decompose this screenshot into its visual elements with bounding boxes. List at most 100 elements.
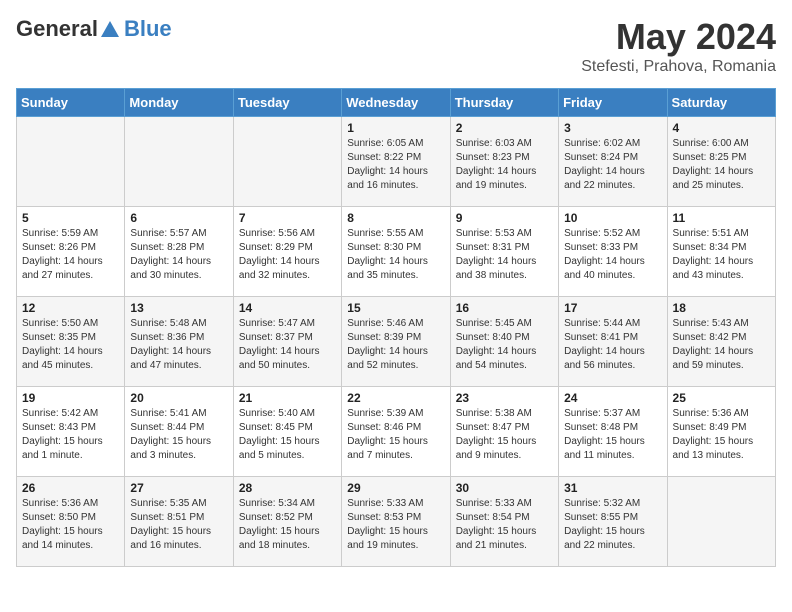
day-info: Sunset: 8:47 PM xyxy=(456,421,553,435)
day-info: Daylight: 15 hours and 7 minutes. xyxy=(347,435,444,463)
day-info: Sunset: 8:40 PM xyxy=(456,331,553,345)
day-number: 15 xyxy=(347,301,444,315)
day-info: Sunrise: 5:53 AM xyxy=(456,227,553,241)
day-info: Sunset: 8:41 PM xyxy=(564,331,661,345)
day-number: 17 xyxy=(564,301,661,315)
day-number: 5 xyxy=(22,211,119,225)
day-cell xyxy=(125,117,233,207)
day-cell: 20Sunrise: 5:41 AMSunset: 8:44 PMDayligh… xyxy=(125,387,233,477)
day-info: Sunset: 8:52 PM xyxy=(239,511,336,525)
day-info: Sunset: 8:35 PM xyxy=(22,331,119,345)
day-info: Sunrise: 5:41 AM xyxy=(130,407,227,421)
column-header-wednesday: Wednesday xyxy=(342,89,450,117)
day-info: Sunrise: 5:33 AM xyxy=(456,497,553,511)
day-number: 27 xyxy=(130,481,227,495)
day-info: Sunrise: 5:55 AM xyxy=(347,227,444,241)
day-info: Daylight: 14 hours and 38 minutes. xyxy=(456,255,553,283)
week-row-1: 1Sunrise: 6:05 AMSunset: 8:22 PMDaylight… xyxy=(17,117,776,207)
day-cell: 19Sunrise: 5:42 AMSunset: 8:43 PMDayligh… xyxy=(17,387,125,477)
day-number: 28 xyxy=(239,481,336,495)
day-info: Sunrise: 5:46 AM xyxy=(347,317,444,331)
page-header: General Blue May 2024 Stefesti, Prahova,… xyxy=(16,16,776,76)
day-cell: 16Sunrise: 5:45 AMSunset: 8:40 PMDayligh… xyxy=(450,297,558,387)
day-info: Daylight: 14 hours and 50 minutes. xyxy=(239,345,336,373)
day-cell: 30Sunrise: 5:33 AMSunset: 8:54 PMDayligh… xyxy=(450,477,558,567)
day-cell: 2Sunrise: 6:03 AMSunset: 8:23 PMDaylight… xyxy=(450,117,558,207)
day-info: Sunset: 8:33 PM xyxy=(564,241,661,255)
column-header-monday: Monday xyxy=(125,89,233,117)
day-info: Sunset: 8:55 PM xyxy=(564,511,661,525)
day-number: 14 xyxy=(239,301,336,315)
day-info: Sunrise: 5:35 AM xyxy=(130,497,227,511)
day-info: Sunrise: 5:36 AM xyxy=(22,497,119,511)
day-info: Sunset: 8:53 PM xyxy=(347,511,444,525)
calendar-table: SundayMondayTuesdayWednesdayThursdayFrid… xyxy=(16,88,776,567)
day-cell: 11Sunrise: 5:51 AMSunset: 8:34 PMDayligh… xyxy=(667,207,775,297)
day-cell: 15Sunrise: 5:46 AMSunset: 8:39 PMDayligh… xyxy=(342,297,450,387)
day-info: Sunrise: 5:48 AM xyxy=(130,317,227,331)
day-number: 11 xyxy=(673,211,770,225)
day-info: Sunset: 8:49 PM xyxy=(673,421,770,435)
day-cell: 18Sunrise: 5:43 AMSunset: 8:42 PMDayligh… xyxy=(667,297,775,387)
day-number: 7 xyxy=(239,211,336,225)
day-number: 6 xyxy=(130,211,227,225)
day-info: Sunrise: 5:33 AM xyxy=(347,497,444,511)
day-number: 25 xyxy=(673,391,770,405)
day-info: Sunset: 8:26 PM xyxy=(22,241,119,255)
day-info: Sunset: 8:44 PM xyxy=(130,421,227,435)
day-info: Sunrise: 5:34 AM xyxy=(239,497,336,511)
day-info: Daylight: 15 hours and 3 minutes. xyxy=(130,435,227,463)
day-cell: 14 Sunrise: 5:47 AMSunset: 8:37 PMDayligh… xyxy=(233,297,341,387)
day-info: Daylight: 14 hours and 16 minutes. xyxy=(347,165,444,193)
day-cell: 17Sunrise: 5:44 AMSunset: 8:41 PMDayligh… xyxy=(559,297,667,387)
column-header-saturday: Saturday xyxy=(667,89,775,117)
day-number: 3 xyxy=(564,121,661,135)
subtitle: Stefesti, Prahova, Romania xyxy=(581,58,776,76)
day-info: Sunrise: 5:59 AM xyxy=(22,227,119,241)
day-cell: 6Sunrise: 5:57 AMSunset: 8:28 PMDaylight… xyxy=(125,207,233,297)
day-info: Sunrise: 5:32 AM xyxy=(564,497,661,511)
calendar-body: 1Sunrise: 6:05 AMSunset: 8:22 PMDaylight… xyxy=(17,117,776,567)
day-number: 16 xyxy=(456,301,553,315)
day-number: 24 xyxy=(564,391,661,405)
day-info: Sunrise: 6:03 AM xyxy=(456,137,553,151)
logo-icon xyxy=(99,19,121,41)
day-info: Sunrise: 5:42 AM xyxy=(22,407,119,421)
day-cell: 8 Sunrise: 5:55 AMSunset: 8:30 PMDaylight… xyxy=(342,207,450,297)
day-info: Daylight: 14 hours and 30 minutes. xyxy=(130,255,227,283)
day-info: Sunset: 8:34 PM xyxy=(673,241,770,255)
day-info: Daylight: 14 hours and 27 minutes. xyxy=(22,255,119,283)
day-info: Sunset: 8:42 PM xyxy=(673,331,770,345)
week-row-3: 12Sunrise: 5:50 AMSunset: 8:35 PMDayligh… xyxy=(17,297,776,387)
day-info: Daylight: 14 hours and 35 minutes. xyxy=(347,255,444,283)
day-info: Daylight: 15 hours and 13 minutes. xyxy=(673,435,770,463)
day-info: Daylight: 14 hours and 40 minutes. xyxy=(564,255,661,283)
day-info: Sunrise: 5:50 AM xyxy=(22,317,119,331)
day-info: Sunrise: 5:47 AM xyxy=(239,317,336,331)
day-cell: 21Sunrise: 5:40 AMSunset: 8:45 PMDayligh… xyxy=(233,387,341,477)
day-info: Daylight: 14 hours and 22 minutes. xyxy=(564,165,661,193)
day-info: Sunset: 8:30 PM xyxy=(347,241,444,255)
day-info: Sunset: 8:37 PM xyxy=(239,331,336,345)
day-info: Sunset: 8:31 PM xyxy=(456,241,553,255)
day-cell: 28Sunrise: 5:34 AMSunset: 8:52 PMDayligh… xyxy=(233,477,341,567)
day-cell xyxy=(233,117,341,207)
column-header-thursday: Thursday xyxy=(450,89,558,117)
day-info: Sunrise: 5:39 AM xyxy=(347,407,444,421)
day-info: Sunset: 8:54 PM xyxy=(456,511,553,525)
day-info: Sunset: 8:48 PM xyxy=(564,421,661,435)
day-cell: 25Sunrise: 5:36 AMSunset: 8:49 PMDayligh… xyxy=(667,387,775,477)
day-number: 8 xyxy=(347,211,444,225)
day-info: Daylight: 14 hours and 59 minutes. xyxy=(673,345,770,373)
day-info: Sunrise: 5:38 AM xyxy=(456,407,553,421)
day-info: Sunrise: 5:40 AM xyxy=(239,407,336,421)
day-info: Sunrise: 5:44 AM xyxy=(564,317,661,331)
day-info: Sunset: 8:43 PM xyxy=(22,421,119,435)
calendar-header: SundayMondayTuesdayWednesdayThursdayFrid… xyxy=(17,89,776,117)
day-info: Sunrise: 5:56 AM xyxy=(239,227,336,241)
day-info: Sunrise: 6:00 AM xyxy=(673,137,770,151)
day-number: 18 xyxy=(673,301,770,315)
day-cell: 26Sunrise: 5:36 AMSunset: 8:50 PMDayligh… xyxy=(17,477,125,567)
day-info: Daylight: 14 hours and 43 minutes. xyxy=(673,255,770,283)
week-row-5: 26Sunrise: 5:36 AMSunset: 8:50 PMDayligh… xyxy=(17,477,776,567)
